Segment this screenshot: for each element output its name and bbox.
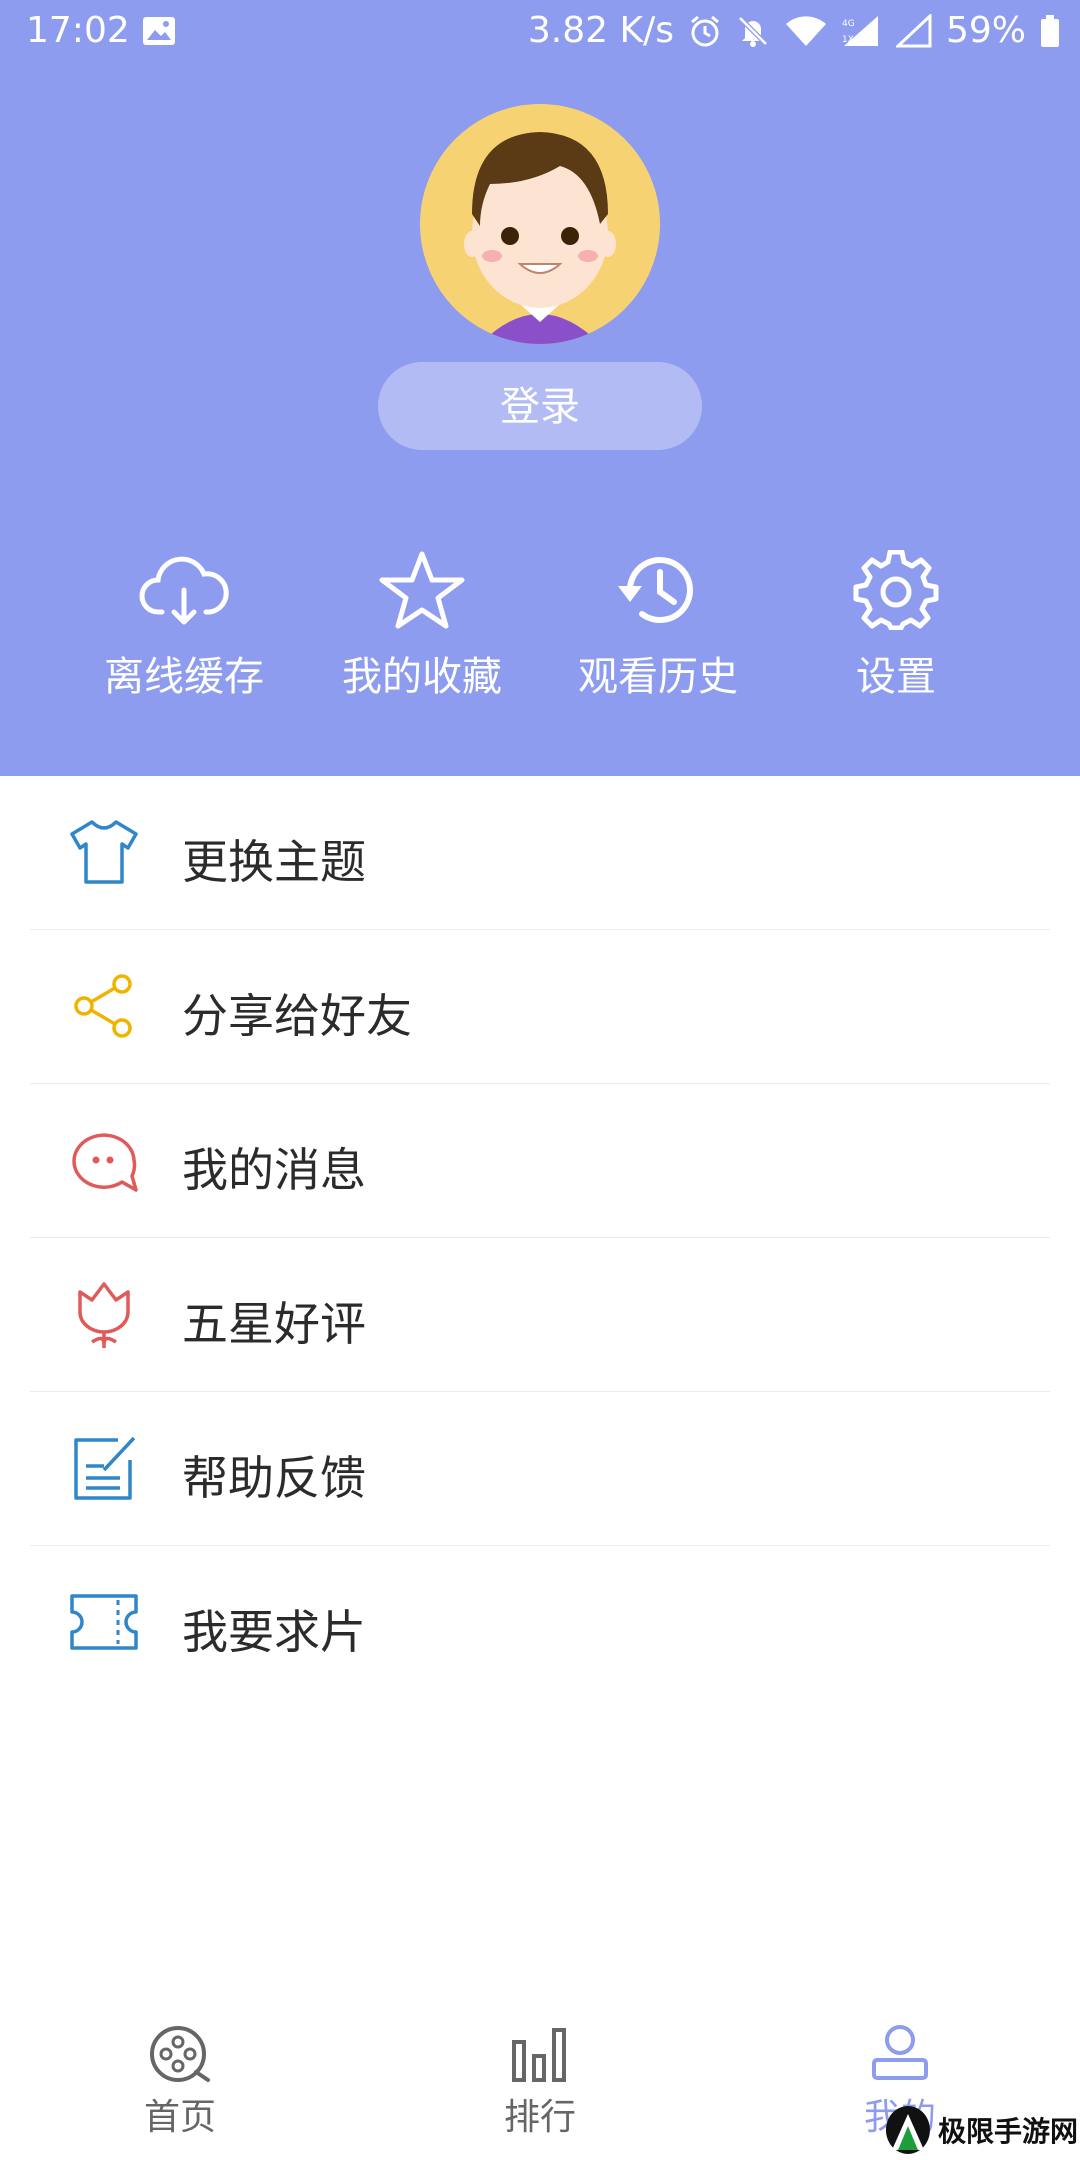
watermark: 极限手游网 [884,2100,1080,2160]
wifi-icon [785,15,826,46]
tab-ranking[interactable]: 排行 [440,2010,640,2160]
menu-item-share[interactable]: 分享给好友 [30,930,1050,1084]
tab-label: 排行 [503,2097,576,2138]
tshirt-icon [70,820,138,884]
menu-item-label: 五星好评 [182,1297,366,1351]
bell-off-icon [738,15,768,47]
alarm-icon [691,15,719,46]
menu-item-feedback[interactable]: 帮助反馈 [30,1392,1050,1546]
quick-action-label: 我的收藏 [342,654,502,700]
avatar[interactable] [420,104,660,344]
tab-home[interactable]: 首页 [80,2010,280,2160]
menu-item-theme[interactable]: 更换主题 [30,776,1050,930]
star-icon [379,551,465,629]
quick-action-settings[interactable]: 设置 [776,550,1016,720]
svg-text:1X: 1X [842,35,854,45]
menu-item-messages[interactable]: 我的消息 [30,1084,1050,1238]
menu-item-label: 我要求片 [182,1605,366,1659]
battery-icon [1041,14,1059,47]
menu-item-label: 我的消息 [182,1143,366,1197]
menu-item-label: 帮助反馈 [182,1451,366,1505]
quick-action-favorites[interactable]: 我的收藏 [302,550,542,720]
login-button[interactable]: 登录 [378,362,702,450]
quick-action-offline-cache[interactable]: 离线缓存 [64,550,304,720]
history-icon [618,557,693,623]
image-icon [143,17,175,45]
profile-header: 17:02 3.82 K/s 4G 1X 59% 登录 离线缓存 我的收藏 观看… [0,0,1080,776]
share-icon [74,974,132,1038]
bar-chart-icon [512,2028,566,2082]
svg-text:4G: 4G [842,19,855,29]
user-icon [872,2025,928,2080]
network-speed: 3.82 K/s [527,10,674,51]
quick-action-history[interactable]: 观看历史 [538,550,778,720]
menu-item-rating[interactable]: 五星好评 [30,1238,1050,1392]
status-time: 17:02 [26,10,130,51]
film-reel-icon [150,2026,210,2082]
signal-icon: 4G 1X [842,15,878,46]
status-icons: 3.82 K/s 4G 1X 59% [528,10,1060,51]
gear-icon [853,550,939,630]
logo-icon [885,2106,930,2154]
tab-label: 首页 [143,2097,216,2138]
battery-level: 59% [945,10,1026,51]
edit-icon [74,1436,136,1500]
tulip-icon [78,1282,130,1348]
quick-action-label: 观看历史 [578,654,738,700]
ticket-icon [70,1594,138,1650]
watermark-text: 极限手游网 [938,2115,1079,2148]
message-icon [72,1133,138,1192]
quick-action-label: 设置 [856,654,936,700]
status-bar: 17:02 3.82 K/s 4G 1X 59% [0,0,1080,66]
menu-item-label: 更换主题 [182,835,366,889]
menu-item-label: 分享给好友 [182,989,412,1043]
menu-item-request-movie[interactable]: 我要求片 [30,1546,1050,1699]
menu-list: 更换主题 分享给好友 我的消息 五星好评 帮助反馈 我要求片 [30,776,1050,1699]
signal-icon-2 [895,13,932,47]
quick-action-label: 离线缓存 [104,654,264,700]
cloud-download-icon [139,556,229,625]
